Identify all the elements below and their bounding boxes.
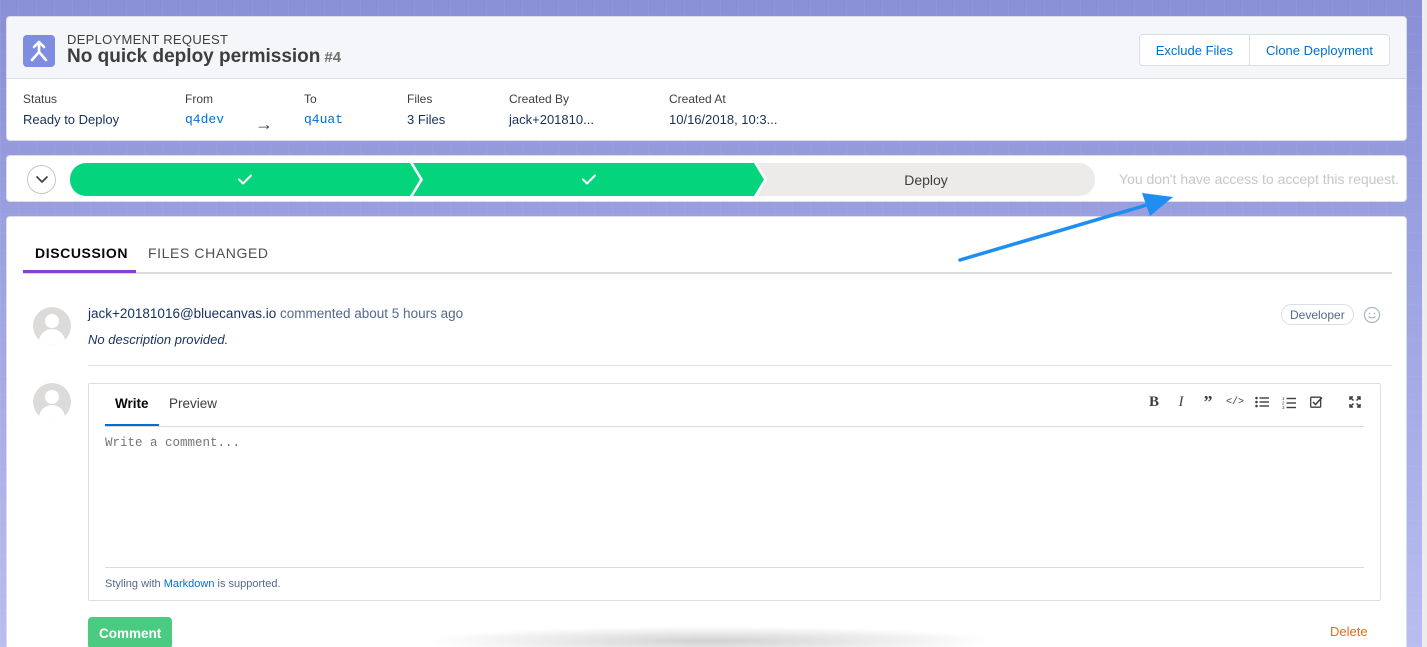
svg-text:3: 3 bbox=[1282, 405, 1285, 409]
no-access-message: You don't have access to accept this req… bbox=[1119, 171, 1399, 187]
files-field: Files 3 Files bbox=[407, 92, 445, 127]
editor-active-tab-indicator bbox=[105, 424, 159, 426]
created-at-label: Created At bbox=[669, 92, 726, 106]
comment-author: jack+20181016@bluecanvas.io bbox=[88, 306, 277, 321]
delete-button[interactable]: Delete bbox=[1330, 624, 1368, 639]
page-title: No quick deploy permission #4 bbox=[67, 46, 341, 68]
to-branch-link[interactable]: q4uat bbox=[304, 112, 343, 127]
comment-divider bbox=[88, 365, 1392, 366]
comment-editor: Write Preview B I ” </> 123 Styling with bbox=[88, 383, 1381, 601]
to-label: To bbox=[304, 92, 317, 106]
quote-icon[interactable]: ” bbox=[1201, 392, 1215, 412]
from-field: From q4dev bbox=[185, 92, 224, 127]
comment-input[interactable] bbox=[105, 436, 1364, 556]
add-reaction-icon[interactable] bbox=[1363, 306, 1381, 329]
path-stage-deploy[interactable]: Deploy bbox=[757, 163, 1095, 196]
created-by-value: jack+201810... bbox=[509, 112, 594, 127]
path-stage-2[interactable] bbox=[413, 163, 764, 196]
tab-bar: DISCUSSION FILES CHANGED bbox=[23, 217, 1392, 274]
created-by-label: Created By bbox=[509, 92, 570, 106]
fullscreen-icon[interactable] bbox=[1348, 394, 1362, 410]
comment-header: jack+20181016@bluecanvas.io commented ab… bbox=[88, 306, 463, 321]
footer-suffix: is supported. bbox=[217, 578, 281, 590]
clone-deployment-button[interactable]: Clone Deployment bbox=[1249, 35, 1389, 65]
deployment-header-card: DEPLOYMENT REQUEST No quick deploy permi… bbox=[6, 16, 1407, 141]
path-toggle-button[interactable] bbox=[27, 165, 56, 194]
to-field: To q4uat bbox=[304, 92, 343, 127]
check-icon bbox=[238, 174, 252, 185]
chevron-down-icon bbox=[35, 175, 48, 183]
header-button-group: Exclude Files Clone Deployment bbox=[1138, 34, 1390, 66]
tab-files-changed[interactable]: FILES CHANGED bbox=[148, 245, 269, 261]
deployment-path: Deploy bbox=[70, 163, 1095, 196]
status-label: Status bbox=[23, 92, 58, 106]
comment-meta: commented about 5 hours ago bbox=[279, 306, 464, 321]
discussion-card: DISCUSSION FILES CHANGED jack+20181016@b… bbox=[6, 216, 1407, 647]
header-top: DEPLOYMENT REQUEST No quick deploy permi… bbox=[7, 17, 1406, 79]
files-value: 3 Files bbox=[407, 112, 446, 127]
status-field: Status Ready to Deploy bbox=[23, 92, 119, 127]
active-tab-indicator bbox=[23, 270, 136, 273]
bullet-list-icon[interactable] bbox=[1255, 394, 1269, 410]
comment-body: No description provided. bbox=[88, 332, 229, 347]
created-by-field: Created By jack+201810... bbox=[509, 92, 594, 127]
files-label: Files bbox=[407, 92, 433, 106]
tab-preview[interactable]: Preview bbox=[169, 396, 217, 411]
page-title-text: No quick deploy permission bbox=[67, 46, 321, 67]
numbered-list-icon[interactable]: 123 bbox=[1282, 394, 1296, 410]
role-badge: Developer bbox=[1281, 304, 1354, 325]
bold-icon[interactable]: B bbox=[1147, 394, 1161, 410]
from-label: From bbox=[185, 92, 213, 106]
italic-icon[interactable]: I bbox=[1174, 394, 1188, 410]
arrow-right-icon: → bbox=[255, 114, 273, 134]
avatar bbox=[33, 307, 71, 345]
bottom-shadow bbox=[420, 626, 1000, 647]
merge-arrow-icon bbox=[23, 35, 55, 67]
tab-discussion[interactable]: DISCUSSION bbox=[35, 245, 128, 261]
task-list-icon[interactable] bbox=[1309, 394, 1323, 410]
path-stage-1[interactable] bbox=[70, 163, 420, 196]
created-at-field: Created At 10/16/2018, 10:3... bbox=[669, 92, 777, 127]
header-fields: Status Ready to Deploy From q4dev → To q… bbox=[7, 92, 1406, 134]
footer-prefix: Styling with bbox=[105, 578, 161, 590]
code-icon[interactable]: </> bbox=[1226, 394, 1244, 410]
path-stage-deploy-label: Deploy bbox=[904, 171, 948, 188]
avatar bbox=[33, 383, 71, 421]
created-at-value: 10/16/2018, 10:3... bbox=[669, 112, 778, 127]
markdown-link[interactable]: Markdown bbox=[164, 578, 215, 590]
request-number: #4 bbox=[324, 49, 342, 66]
status-value: Ready to Deploy bbox=[23, 112, 120, 127]
comment-button[interactable]: Comment bbox=[88, 617, 173, 647]
check-icon bbox=[581, 174, 596, 185]
from-branch-link[interactable]: q4dev bbox=[185, 112, 224, 127]
window-edge bbox=[1422, 0, 1427, 647]
editor-toolbar: B I ” </> 123 bbox=[1147, 392, 1362, 412]
header-eyebrow: DEPLOYMENT REQUEST bbox=[67, 32, 229, 47]
tab-write[interactable]: Write bbox=[115, 396, 149, 411]
exclude-files-button[interactable]: Exclude Files bbox=[1139, 35, 1250, 65]
deployment-path-card: Deploy You don't have access to accept t… bbox=[6, 155, 1407, 202]
editor-footer: Styling with Markdown is supported. bbox=[105, 567, 1364, 590]
